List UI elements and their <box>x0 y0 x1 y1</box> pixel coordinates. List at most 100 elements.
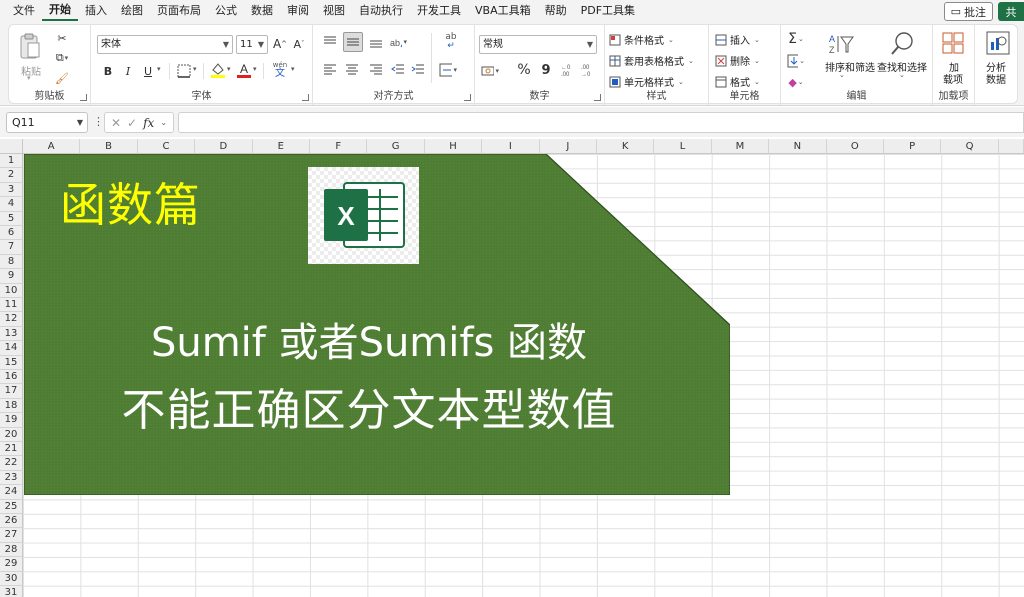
column-header[interactable]: F <box>310 139 368 154</box>
sort-filter-icon[interactable]: AZ <box>827 31 855 57</box>
font-size-select[interactable]: 11 ▼ <box>236 35 268 54</box>
orientation-icon[interactable]: ab ▾ <box>389 33 407 51</box>
column-header[interactable]: D <box>195 139 253 154</box>
title-banner[interactable]: 函数篇 X Sumif 或者Sumifs 函数 不能正确区分文本型数值 <box>24 154 730 495</box>
column-header[interactable]: P <box>884 139 942 154</box>
wrap-text-icon[interactable]: ab ↵ <box>439 31 463 53</box>
row-header[interactable]: 27 <box>0 528 23 543</box>
paste-dropdown-icon[interactable]: ▾ <box>27 74 31 82</box>
row-header[interactable]: 25 <box>0 499 23 514</box>
row-header[interactable]: 12 <box>0 312 23 327</box>
currency-icon[interactable]: ▾ <box>481 62 499 80</box>
row-header[interactable]: 8 <box>0 254 23 270</box>
column-header[interactable]: A <box>23 139 81 154</box>
increase-decimal-icon[interactable]: ←0.00 <box>559 61 577 79</box>
row-header[interactable]: 3 <box>0 182 23 198</box>
menu-tab-10[interactable]: 开发工具 <box>410 0 468 22</box>
row-header[interactable]: 16 <box>0 370 23 385</box>
menu-tab-13[interactable]: PDF工具集 <box>574 0 642 22</box>
menu-tab-3[interactable]: 绘图 <box>114 0 150 22</box>
formula-input[interactable] <box>178 112 1024 133</box>
row-header[interactable]: 20 <box>0 427 23 442</box>
row-header[interactable]: 31 <box>0 586 23 597</box>
row-header[interactable]: 17 <box>0 384 23 399</box>
menu-tab-7[interactable]: 审阅 <box>280 0 316 22</box>
sort-filter-dropdown-icon[interactable]: ⌄ <box>839 71 845 79</box>
formula-bar-more-icon[interactable]: ⋮ <box>93 115 104 128</box>
row-header[interactable]: 13 <box>0 326 23 342</box>
menu-tab-9[interactable]: 自动执行 <box>352 0 410 22</box>
fill-color-dropdown-icon[interactable]: ▾ <box>227 65 231 73</box>
menu-tab-1[interactable]: 开始 <box>42 1 78 21</box>
menu-tab-4[interactable]: 页面布局 <box>150 0 208 22</box>
font-color-icon[interactable]: A <box>235 61 253 79</box>
row-header[interactable]: 4 <box>0 197 23 212</box>
find-select-dropdown-icon[interactable]: ⌄ <box>899 71 905 79</box>
find-select-icon[interactable] <box>889 31 917 57</box>
row-header[interactable]: 5 <box>0 211 23 226</box>
row-header[interactable]: 2 <box>0 168 23 183</box>
menu-tab-12[interactable]: 帮助 <box>538 0 574 22</box>
column-header[interactable]: L <box>654 139 712 154</box>
fx-dropdown-icon[interactable]: ⌄ <box>160 118 167 127</box>
align-bottom-icon[interactable] <box>367 33 385 51</box>
delete-cells-button[interactable]: 删除 ⌄ <box>715 53 760 68</box>
column-header[interactable]: J <box>539 139 597 154</box>
select-all-corner[interactable] <box>0 139 23 154</box>
column-header[interactable]: K <box>597 139 655 154</box>
align-left-icon[interactable] <box>321 61 339 79</box>
column-header[interactable]: O <box>826 139 884 154</box>
row-header[interactable]: 1 <box>0 154 23 169</box>
insert-function-button[interactable]: fx <box>143 116 154 130</box>
percent-button[interactable]: % <box>515 61 533 79</box>
phonetic-dropdown-icon[interactable]: ▾ <box>291 65 295 73</box>
analyze-data-icon[interactable] <box>985 30 1011 56</box>
column-header[interactable]: E <box>252 139 310 154</box>
underline-button[interactable]: U <box>139 62 157 80</box>
column-header[interactable]: H <box>424 139 483 154</box>
column-header[interactable]: I <box>482 139 540 154</box>
row-header[interactable]: 6 <box>0 226 23 241</box>
format-as-table-button[interactable]: 套用表格格式 ⌄ <box>609 53 694 68</box>
alignment-launcher-icon[interactable] <box>464 94 471 101</box>
share-button[interactable]: 共 <box>998 2 1024 21</box>
column-header[interactable]: N <box>769 139 827 154</box>
row-header[interactable]: 21 <box>0 442 23 457</box>
row-header[interactable]: 29 <box>0 557 23 572</box>
fill-color-icon[interactable] <box>209 61 227 79</box>
format-painter-icon[interactable]: 🖌 <box>53 69 71 87</box>
decrease-indent-icon[interactable] <box>389 61 407 79</box>
cut-icon[interactable]: ✂ <box>53 29 71 47</box>
cancel-icon[interactable]: ✕ <box>111 116 121 130</box>
shrink-font-icon[interactable]: Aˇ <box>290 35 308 53</box>
row-header[interactable]: 14 <box>0 341 23 356</box>
conditional-format-button[interactable]: 条件格式 ⌄ <box>609 32 674 47</box>
column-header[interactable]: B <box>80 139 138 154</box>
row-header[interactable]: 28 <box>0 542 23 558</box>
number-format-select[interactable]: 常规 ▼ <box>479 35 597 54</box>
row-header[interactable]: 24 <box>0 485 23 500</box>
font-launcher-icon[interactable] <box>302 94 309 101</box>
row-header[interactable]: 15 <box>0 355 23 370</box>
column-header[interactable]: Q <box>941 139 999 154</box>
row-header[interactable]: 10 <box>0 283 23 298</box>
menu-tab-6[interactable]: 数据 <box>244 0 280 22</box>
phonetic-icon[interactable]: wén 文 <box>269 58 291 82</box>
menu-tab-11[interactable]: VBA工具箱 <box>468 0 538 22</box>
clipboard-launcher-icon[interactable] <box>80 94 87 101</box>
row-header[interactable]: 26 <box>0 514 23 529</box>
merge-center-icon[interactable]: ▾ <box>439 61 457 79</box>
font-color-dropdown-icon[interactable]: ▾ <box>253 65 257 73</box>
row-header[interactable]: 30 <box>0 571 23 586</box>
comma-button[interactable]: 9 <box>537 61 555 79</box>
enter-icon[interactable]: ✓ <box>127 116 137 130</box>
comment-button[interactable]: ▭ 批注 <box>943 2 993 21</box>
menu-tab-2[interactable]: 插入 <box>78 0 114 22</box>
menu-tab-8[interactable]: 视图 <box>316 0 352 22</box>
row-header[interactable]: 19 <box>0 413 23 428</box>
row-header[interactable]: 11 <box>0 298 23 313</box>
menu-tab-0[interactable]: 文件 <box>6 0 42 22</box>
underline-dropdown-icon[interactable]: ▾ <box>157 65 161 73</box>
align-top-icon[interactable] <box>321 33 339 51</box>
row-header[interactable]: 18 <box>0 398 23 414</box>
